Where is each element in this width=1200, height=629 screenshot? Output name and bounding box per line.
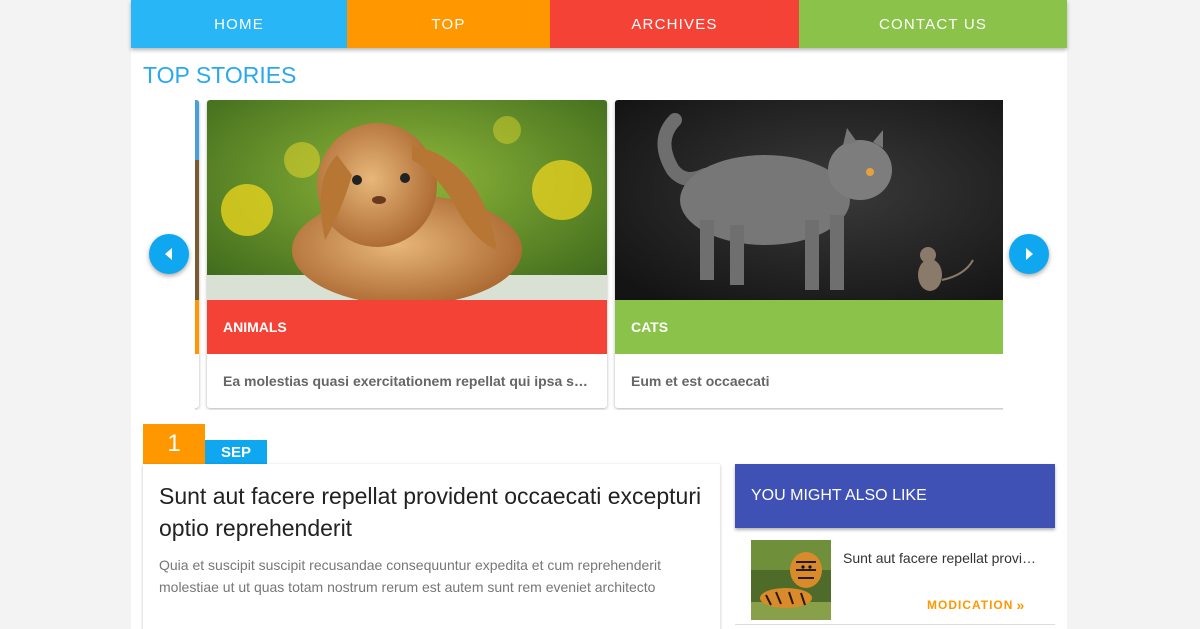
top-stories-carousel: ANIMALS Ea molestias quasi exercitatione… — [195, 100, 1003, 410]
partial-card-image — [195, 100, 199, 300]
sidebar-item-title[interactable]: Sunt aut facere repellat provident occae… — [843, 550, 1043, 566]
card-category-animals[interactable]: ANIMALS — [207, 300, 607, 354]
post-title[interactable]: Sunt aut facere repellat provident occae… — [159, 480, 704, 544]
post-date-day: 1 — [143, 424, 205, 464]
nav-top[interactable]: TOP — [347, 0, 550, 48]
nav-archives[interactable]: ARCHIVES — [550, 0, 799, 48]
double-chevron-right-icon: » — [1016, 597, 1026, 613]
post-date-month: SEP — [205, 440, 267, 464]
cat-and-mouse-image — [615, 100, 1003, 300]
sidebar-title: YOU MIGHT ALSO LIKE — [735, 464, 1055, 528]
carousel-card-animals[interactable]: ANIMALS Ea molestias quasi exercitatione… — [207, 100, 607, 408]
card-category-cats[interactable]: CATS — [615, 300, 1003, 354]
carousel-card-partial[interactable] — [195, 100, 199, 408]
nav-home[interactable]: HOME — [131, 0, 347, 48]
partial-card-category — [195, 300, 199, 354]
post-card: Sunt aut facere repellat provident occae… — [143, 464, 720, 629]
sidebar-list: Sunt aut facere repellat provident occae… — [735, 528, 1055, 629]
carousel-card-cats[interactable]: CATS Eum et est occaecati — [615, 100, 1003, 408]
rabbit-image — [207, 100, 607, 300]
post-excerpt: Quia et suscipit suscipit recusandae con… — [159, 557, 661, 595]
top-stories-title: TOP STORIES — [143, 62, 297, 88]
card-text-cats[interactable]: Eum et est occaecati — [631, 354, 999, 408]
card-text-animals[interactable]: Ea molestias quasi exercitationem repell… — [223, 354, 591, 408]
sidebar-list-item[interactable]: Sunt aut facere repellat provident occae… — [735, 528, 1055, 625]
chevron-right-icon — [1026, 248, 1033, 260]
carousel-next-button[interactable] — [1009, 234, 1049, 274]
main-nav: HOME TOP ARCHIVES CONTACT US — [131, 0, 1067, 48]
sidebar-item-link[interactable]: MODICATION » — [927, 598, 1025, 612]
nav-contact-us[interactable]: CONTACT US — [799, 0, 1067, 48]
carousel-prev-button[interactable] — [149, 234, 189, 274]
chevron-left-icon — [165, 248, 172, 260]
tigers-thumbnail[interactable] — [751, 540, 831, 620]
